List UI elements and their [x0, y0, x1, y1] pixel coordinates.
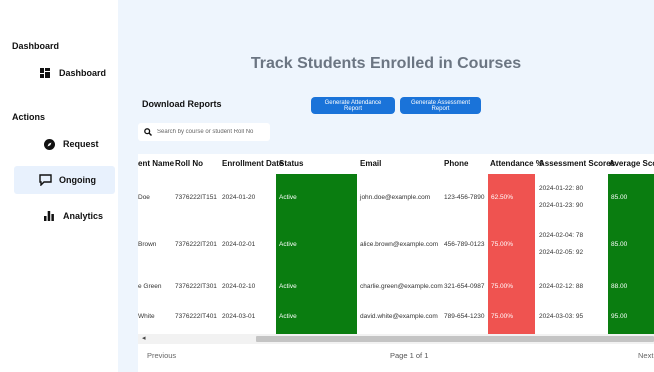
cell-roll: 7376222IT151	[175, 194, 217, 201]
average-value: 85.00	[611, 241, 628, 248]
sidebar: Dashboard Dashboard Actions Request Ongo…	[0, 0, 118, 372]
main-content: Track Students Enrolled in Courses Downl…	[118, 0, 654, 372]
sidebar-item-label: Dashboard	[59, 68, 107, 78]
page-title: Track Students Enrolled in Courses	[250, 55, 522, 72]
cell-phone: 456-789-0123	[444, 241, 485, 248]
status-badge: Active	[279, 283, 297, 290]
cell-score: 2024-02-12: 88	[539, 283, 584, 290]
cell-score: 2024-01-23: 90	[539, 202, 584, 209]
cell-name: Brown	[138, 241, 157, 248]
status-cell: Active	[276, 274, 357, 304]
search-icon	[144, 123, 152, 141]
status-cell: Active	[276, 304, 357, 334]
col-header-attendance[interactable]: Attendance %	[490, 159, 543, 168]
attendance-value: 75.00%	[491, 283, 514, 290]
cell-phone: 789-654-1230	[444, 313, 485, 320]
compass-icon	[42, 137, 56, 151]
search-box	[138, 123, 270, 141]
col-header-average[interactable]: Average Score	[609, 159, 654, 168]
average-cell: 88.00	[608, 274, 654, 304]
cell-score: 2024-02-05: 92	[539, 249, 584, 256]
table-row[interactable]: e Green 7376222IT301 2024-02-10 Active c…	[138, 274, 654, 304]
cell-roll: 7376222IT301	[175, 283, 217, 290]
status-badge: Active	[279, 241, 297, 248]
cell-email: charlie.green@example.com	[360, 283, 443, 290]
average-value: 88.00	[611, 283, 628, 290]
cell-date: 2024-02-01	[222, 241, 256, 248]
col-header-roll[interactable]: Roll No	[175, 159, 203, 168]
cell-name: White	[138, 313, 155, 320]
generate-assessment-report-button[interactable]: Generate Assessment Report	[400, 97, 481, 114]
attendance-value: 75.00%	[491, 313, 514, 320]
attendance-value: 75.00%	[491, 241, 514, 248]
students-table: ent Name Roll No Enrollment Date Status …	[138, 154, 654, 334]
table-header: ent Name Roll No Enrollment Date Status …	[138, 154, 654, 174]
cell-score: 2024-03-03: 95	[539, 313, 584, 320]
sidebar-item-label: Analytics	[63, 211, 104, 221]
sidebar-section-actions: Actions	[12, 112, 46, 122]
cell-email: alice.brown@example.com	[360, 241, 439, 248]
search-input[interactable]	[157, 129, 267, 135]
attendance-cell: 62.50%	[488, 174, 535, 234]
col-header-assessment[interactable]: Assessment Scores	[539, 159, 615, 168]
generate-attendance-report-button[interactable]: Generate Attendance Report	[311, 97, 395, 114]
next-page-button[interactable]: Next	[638, 351, 653, 360]
attendance-cell: 75.00%	[488, 304, 535, 334]
cell-roll: 7376222IT201	[175, 241, 217, 248]
sidebar-item-ongoing[interactable]: Ongoing	[14, 166, 115, 194]
scroll-left-arrow-icon[interactable]: ◂	[142, 334, 146, 342]
sidebar-section-dashboard: Dashboard	[12, 41, 60, 51]
col-header-email[interactable]: Email	[360, 159, 381, 168]
cell-date: 2024-01-20	[222, 194, 256, 201]
attendance-cell: 75.00%	[488, 274, 535, 304]
previous-page-button[interactable]: Previous	[147, 351, 176, 360]
cell-name: Doe	[138, 194, 150, 201]
download-reports-label: Download Reports	[142, 99, 222, 109]
cell-email: david.white@example.com	[360, 313, 438, 320]
sidebar-item-label: Ongoing	[59, 175, 96, 185]
cell-date: 2024-02-10	[222, 283, 256, 290]
pagination: Previous Page 1 of 1 Next	[138, 344, 654, 372]
attendance-value: 62.50%	[491, 194, 514, 201]
table-row[interactable]: White 7376222IT401 2024-03-01 Active dav…	[138, 304, 654, 334]
average-value: 95.00	[611, 313, 628, 320]
cell-phone: 123-456-7890	[444, 194, 485, 201]
cell-phone: 321-654-0987	[444, 283, 485, 290]
sidebar-item-label: Request	[63, 139, 99, 149]
cell-score: 2024-01-22: 80	[539, 185, 584, 192]
horizontal-scrollbar[interactable]: ◂	[138, 334, 654, 344]
status-badge: Active	[279, 194, 297, 201]
dashboard-grid-icon	[38, 66, 52, 80]
message-square-icon	[38, 173, 52, 187]
table-row[interactable]: Doe 7376222IT151 2024-01-20 Active john.…	[138, 174, 654, 234]
sidebar-item-dashboard[interactable]: Dashboard	[38, 65, 110, 81]
sidebar-item-request[interactable]: Request	[42, 136, 112, 152]
cell-name: e Green	[138, 283, 162, 290]
status-cell: Active	[276, 174, 357, 234]
page-info: Page 1 of 1	[390, 351, 429, 360]
col-header-status[interactable]: Status	[279, 159, 303, 168]
average-cell: 95.00	[608, 304, 654, 334]
average-cell: 85.00	[608, 174, 654, 234]
cell-roll: 7376222IT401	[175, 313, 217, 320]
average-value: 85.00	[611, 194, 628, 201]
cell-score: 2024-02-04: 78	[539, 232, 584, 239]
col-header-date[interactable]: Enrollment Date	[222, 159, 283, 168]
cell-email: john.doe@example.com	[360, 194, 431, 201]
sidebar-item-analytics[interactable]: Analytics	[42, 208, 114, 224]
cell-date: 2024-03-01	[222, 313, 256, 320]
scrollbar-thumb[interactable]	[256, 336, 654, 342]
col-header-phone[interactable]: Phone	[444, 159, 468, 168]
status-badge: Active	[279, 313, 297, 320]
bar-chart-icon	[42, 209, 56, 223]
col-header-name[interactable]: ent Name	[138, 159, 174, 168]
